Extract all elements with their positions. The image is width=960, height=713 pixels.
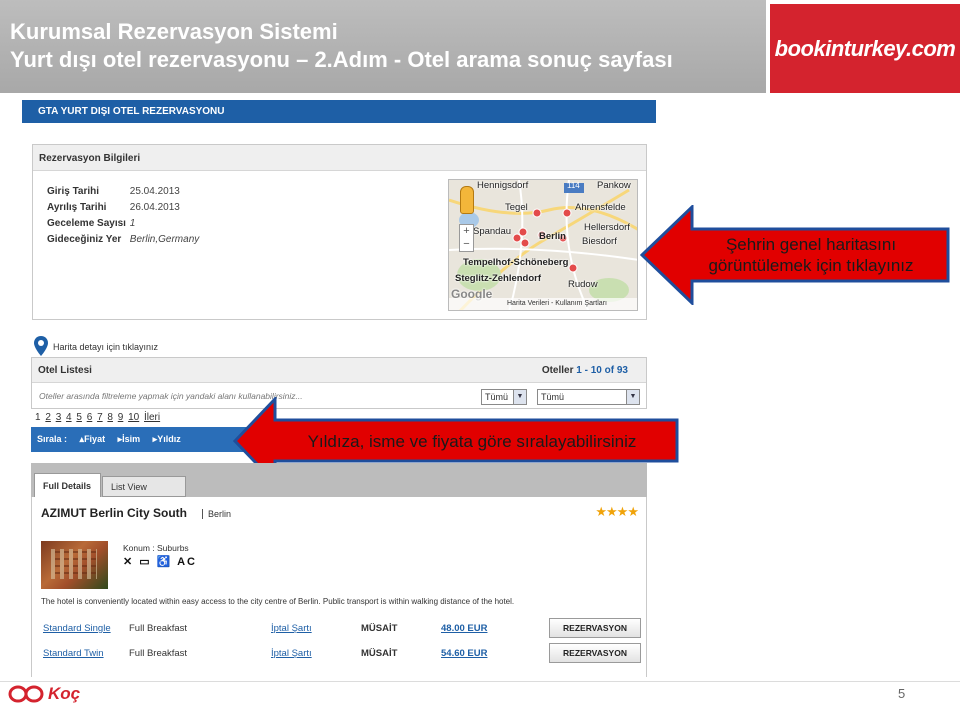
checkin-label: Giriş Tarihi <box>47 186 100 197</box>
page-link[interactable]: 3 <box>56 412 62 423</box>
footer-divider <box>0 681 960 682</box>
koc-logo: Koç <box>8 684 80 704</box>
checkin-row: Giriş Tarihi 25.04.2013 <box>47 186 180 197</box>
page-link[interactable]: 7 <box>97 412 103 423</box>
map-label: Tegel <box>505 202 528 213</box>
room-meal: Full Breakfast <box>129 623 188 634</box>
destination-label: Gideceğiniz Yer <box>47 234 122 245</box>
nights-label: Geceleme Sayısı <box>47 218 126 229</box>
tab-full-details[interactable]: Full Details <box>34 473 101 497</box>
map-label: Steglitz-Zehlendorf <box>455 273 542 284</box>
map-road-number: 114 <box>567 181 580 190</box>
room-meal: Full Breakfast <box>129 648 188 659</box>
nights-value: 1 <box>129 218 136 229</box>
slide-title: Kurumsal Rezervasyon Sistemi <box>10 19 338 44</box>
hotel-list-header: Otel Listesi Oteller 1 - 10 of 93 <box>32 358 646 383</box>
map-label: Tempelhof-Schöneberg <box>463 257 569 268</box>
pagination: 1 2 3 4 5 6 7 8 9 10 İleri <box>35 412 162 423</box>
room-type-link[interactable]: Standard Single <box>43 623 123 634</box>
map-label: Pankow <box>597 180 631 191</box>
map-footer: Harita Verileri - Kullanım Şartları <box>449 298 637 310</box>
checkout-label: Ayrılış Tarihi <box>47 202 107 213</box>
sort-label: Sırala : <box>37 434 68 444</box>
hotel-description: The hotel is conveniently located within… <box>41 597 515 606</box>
page-number: 5 <box>898 686 906 701</box>
map-pin-icon <box>34 336 48 356</box>
cancel-policy-link[interactable]: İptal Şartı <box>271 648 312 659</box>
amenities-icons: ✕ ▭ ♿ AC <box>123 556 197 568</box>
map-label: Rudow <box>568 279 598 290</box>
star-rating: ★★★★ <box>595 504 639 519</box>
sort-price-button[interactable]: Fiyat <box>80 434 106 444</box>
checkout-value: 26.04.2013 <box>129 202 180 213</box>
cancel-policy-link[interactable]: İptal Şartı <box>271 623 312 634</box>
room-price[interactable]: 48.00 EUR <box>441 623 487 634</box>
map-label: Hellersdorf <box>584 222 630 233</box>
hotel-count-range: 1 - 10 of 93 <box>576 365 628 376</box>
page-link[interactable]: 5 <box>76 412 82 423</box>
hotel-city: Berlin <box>202 509 231 519</box>
map-detail-link[interactable]: Harita detayı için tıklayınız <box>53 342 158 352</box>
map-callout-text: Şehrin genel haritasını görüntülemek içi… <box>676 234 946 276</box>
page-link[interactable]: 6 <box>87 412 93 423</box>
slide-subtitle: Yurt dışı otel rezervasyonu – 2.Adım - O… <box>10 47 673 72</box>
brand-logo: bookinturkey.com <box>770 4 960 93</box>
hotel-card: AZIMUT Berlin City South Berlin ★★★★ Kon… <box>31 497 647 677</box>
slide-header: Kurumsal Rezervasyon Sistemi Yurt dışı o… <box>0 0 766 93</box>
nights-row: Geceleme Sayısı 1 <box>47 218 135 229</box>
page-link[interactable]: 8 <box>107 412 113 423</box>
hotel-count-prefix: Oteller <box>541 365 574 376</box>
page-link[interactable]: 4 <box>66 412 72 423</box>
hotel-name[interactable]: AZIMUT Berlin City South <box>41 506 187 520</box>
hotel-photo[interactable] <box>41 541 108 589</box>
section-bar: GTA YURT DIŞI OTEL REZERVASYONU <box>22 100 656 123</box>
page-link[interactable]: 9 <box>118 412 124 423</box>
destination-value: Berlin,Germany <box>129 234 200 245</box>
map-callout-line2: görüntülemek için tıklayınız <box>708 256 914 275</box>
koc-logo-icon <box>8 685 44 703</box>
koc-logo-text: Koç <box>48 684 81 703</box>
page-link[interactable]: 10 <box>128 412 139 423</box>
room-status: MÜSAİT <box>361 648 398 659</box>
sort-name-button[interactable]: İsim <box>118 434 141 444</box>
map-label: Berlin <box>539 231 566 242</box>
map-label: Biesdorf <box>582 236 617 247</box>
hotel-location: Konum : Suburbs <box>123 543 189 553</box>
next-page-link[interactable]: İleri <box>144 412 160 423</box>
sort-stars-button[interactable]: Yıldız <box>153 434 181 444</box>
reservation-heading: Rezervasyon Bilgileri <box>33 145 646 171</box>
map-label: Spandau <box>473 226 512 237</box>
map-callout-line1: Şehrin genel haritasını <box>725 235 897 254</box>
room-price[interactable]: 54.60 EUR <box>441 648 487 659</box>
map-label: Ahrensfelde <box>575 202 626 213</box>
page-link[interactable]: 2 <box>45 412 51 423</box>
city-map[interactable]: Hennigsdorf Pankow 114 Tegel Ahrensfelde… <box>448 179 638 311</box>
hotel-count: Oteller 1 - 10 of 93 <box>542 365 628 376</box>
map-label: Hennigsdorf <box>477 180 529 191</box>
checkout-row: Ayrılış Tarihi 26.04.2013 <box>47 202 180 213</box>
street-view-pegman-icon[interactable] <box>460 186 474 214</box>
reservation-button[interactable]: REZERVASYON <box>549 618 641 638</box>
page-link[interactable]: 1 <box>35 412 41 423</box>
room-type-link[interactable]: Standard Twin <box>43 648 123 659</box>
tab-list-view[interactable]: List View <box>102 476 186 497</box>
room-status: MÜSAİT <box>361 623 398 634</box>
destination-row: Gideceğiniz Yer Berlin,Germany <box>47 234 199 245</box>
sort-callout-text: Yıldıza, isme ve fiyata göre sıralayabil… <box>307 432 637 451</box>
view-tabs: Full Details List View <box>31 463 647 497</box>
checkin-value: 25.04.2013 <box>129 186 180 197</box>
reservation-button[interactable]: REZERVASYON <box>549 643 641 663</box>
hotel-list-heading: Otel Listesi <box>38 365 92 376</box>
brand-logo-text: bookinturkey.com <box>774 35 956 61</box>
map-zoom-control[interactable]: + − <box>459 224 474 252</box>
